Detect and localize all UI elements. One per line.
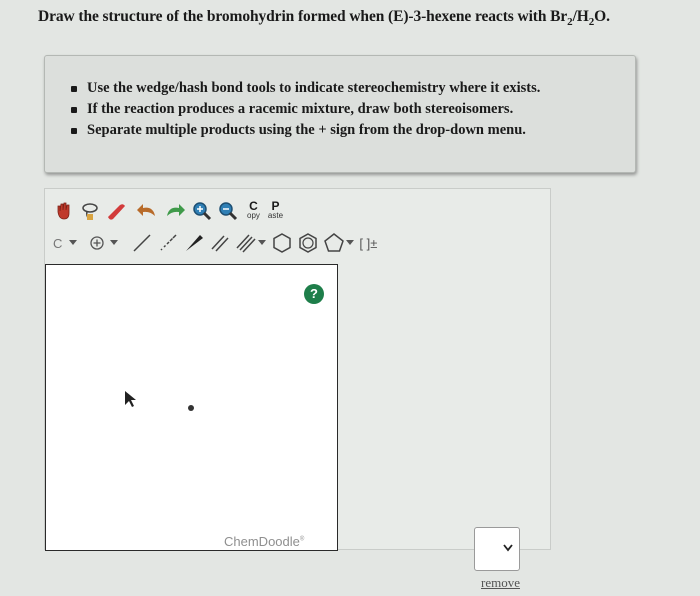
element-label: C [53,235,63,251]
question-suffix: O. [594,8,610,25]
pentagon-ring-icon[interactable] [323,231,355,255]
question-slash: /H [572,8,589,25]
question-compound: (E)-3-hexene [388,8,472,25]
drawing-canvas[interactable]: ? ChemDoodle® [45,264,338,551]
cursor-icon [125,391,136,407]
hexagon-ring-icon[interactable] [271,231,293,255]
copy-button[interactable]: C opy [247,199,260,220]
eraser-icon[interactable] [105,199,131,223]
paste-label: P [271,199,280,213]
hand-icon[interactable] [53,199,75,223]
watermark-mark: ® [299,536,305,543]
lasso-icon[interactable] [79,199,101,223]
undo-icon[interactable] [135,199,159,223]
zoom-out-icon[interactable] [217,199,239,223]
bracket-tool[interactable]: [ ]± [359,231,377,255]
triple-bond-icon[interactable] [235,231,267,255]
zoom-in-icon[interactable] [191,199,213,223]
plus-charge-icon [90,236,105,250]
paste-button[interactable]: P aste [267,199,284,220]
bracket-label: [ ]± [359,235,378,251]
help-icon[interactable]: ? [304,284,324,304]
cursor-dot [188,405,194,411]
instructions-panel: Use the wedge/hash bond tools to indicat… [44,55,636,173]
double-bond-icon[interactable] [209,231,231,255]
question-middle: reacts with Br [471,8,568,25]
watermark-text: ChemDoodle [224,534,300,549]
chevron-down-icon [503,544,513,552]
copy-label-small: opy [247,211,260,220]
instruction-item: Separate multiple products using the + s… [71,120,635,141]
single-bond-icon[interactable] [131,231,153,255]
question-text: Draw the structure of the bromohydrin fo… [38,8,678,28]
paste-label-small: aste [267,211,284,220]
redo-icon[interactable] [163,199,187,223]
question-prefix: Draw the structure of the bromohydrin fo… [38,8,389,25]
chevron-down-icon [110,240,119,245]
chemdoodle-editor: C opy P aste C []± ? ChemDoodle® [44,188,551,551]
toolbar-row-1: C opy P aste [53,199,287,223]
product-select[interactable] [474,527,520,571]
copy-label: C [249,199,258,213]
charge-dropdown[interactable] [90,232,119,254]
toolbar-row-2: C []± [53,231,381,255]
element-dropdown[interactable]: C [53,232,78,254]
chevron-down-icon [258,240,267,245]
chemdoodle-watermark: ChemDoodle® [224,534,304,549]
instruction-item: Use the wedge/hash bond tools to indicat… [71,78,635,99]
hash-bond-icon[interactable] [157,231,179,255]
remove-link[interactable]: remove [481,575,520,591]
help-label: ? [310,286,318,301]
chevron-down-icon [69,240,78,245]
instruction-item: If the reaction produces a racemic mixtu… [71,99,635,120]
benzene-ring-icon[interactable] [297,231,319,255]
chevron-down-icon [346,240,355,245]
wedge-bond-icon[interactable] [183,231,205,255]
